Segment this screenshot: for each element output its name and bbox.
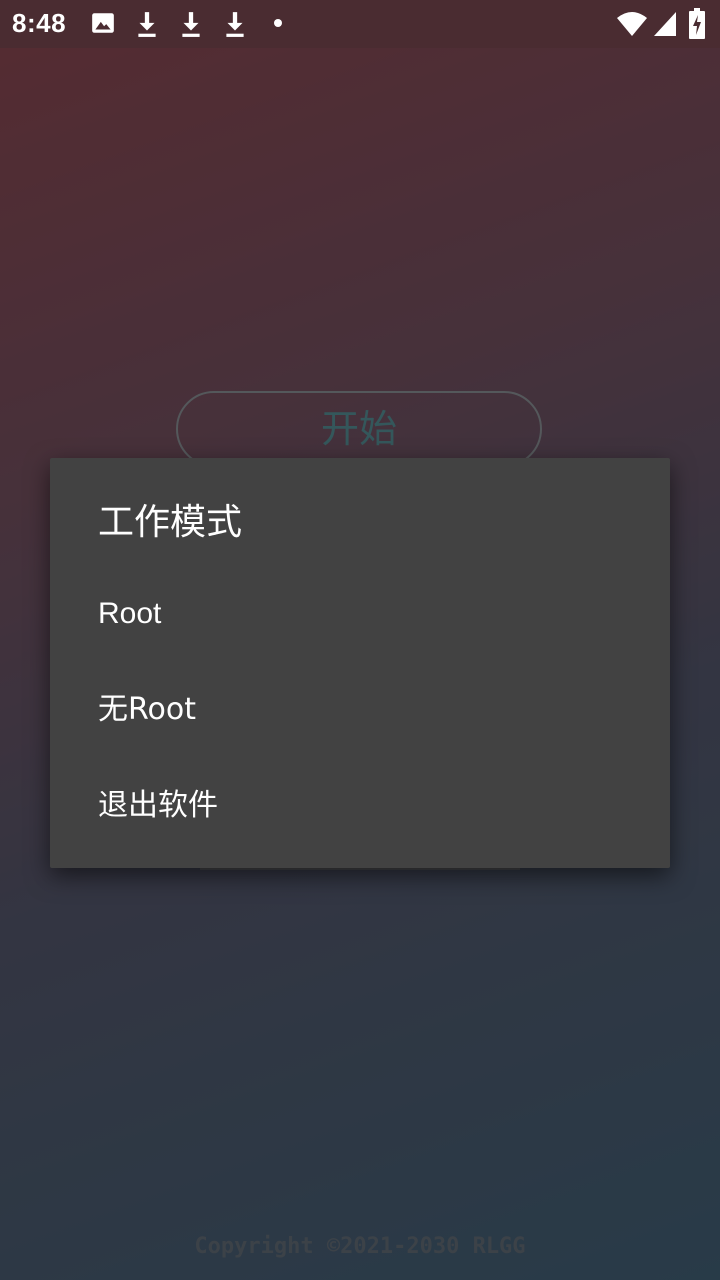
status-bar: 8:48 xyxy=(0,0,720,48)
download-icon xyxy=(226,12,244,37)
work-mode-dialog: 工作模式 Root 无Root 退出软件 xyxy=(50,458,670,868)
download-icon xyxy=(138,12,156,37)
option-no-root[interactable]: 无Root xyxy=(50,662,670,758)
image-icon xyxy=(92,13,114,33)
dialog-title: 工作模式 xyxy=(98,502,243,543)
option-root[interactable]: Root xyxy=(50,566,670,662)
wifi-icon xyxy=(617,12,647,36)
app-screen: 8:48 开始 Copyright ©2021-2030 RLGG 工作模式 R… xyxy=(0,0,720,1280)
dot-icon xyxy=(274,19,282,27)
option-exit-app[interactable]: 退出软件 xyxy=(50,758,670,854)
signal-icon xyxy=(654,12,676,36)
battery-charging-icon xyxy=(689,8,705,39)
download-icon xyxy=(182,12,200,37)
status-time: 8:48 xyxy=(12,8,67,38)
